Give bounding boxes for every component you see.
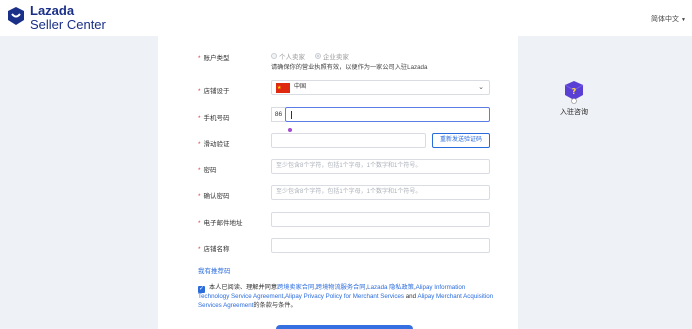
store-location-label: * 店铺设于 — [198, 88, 230, 95]
radio-individual[interactable] — [271, 53, 277, 59]
svg-text:?: ? — [572, 87, 577, 96]
phone-input[interactable] — [285, 107, 490, 122]
agreement-text: ✓ 本人已阅读、理解并同意跨境卖家合同,跨境物流服务合同,Lazada 隐私政策,… — [198, 284, 494, 309]
account-type-radio-group: 个人卖家 企业卖家 — [271, 51, 357, 61]
store-location-select[interactable]: 中国 ⌄ — [271, 80, 490, 95]
account-type-label: * 账户类型 — [198, 55, 230, 62]
store-name-input[interactable] — [271, 238, 490, 253]
confirm-password-label: * 确认密码 — [198, 193, 230, 200]
phone-label: * 手机号码 — [198, 115, 230, 122]
email-input[interactable] — [271, 212, 490, 227]
referrer-code-link[interactable]: 我有推荐码 — [198, 265, 231, 275]
radio-enterprise[interactable] — [314, 53, 321, 59]
help-label: 入驻咨询 — [560, 109, 588, 116]
help-chat-icon: ? — [564, 81, 584, 104]
password-label: * 密码 — [198, 167, 217, 174]
confirm-password-input[interactable]: 至少包含8个字符，包括1个字母，1个数字和1个符号。 — [271, 185, 490, 200]
store-name-label: * 店铺名称 — [198, 246, 230, 253]
language-label: 简体中文 — [651, 16, 680, 23]
link-logistics-contract[interactable]: 跨境物流服务合同 — [316, 284, 366, 291]
captcha-label: * 滑动验证 — [198, 141, 230, 148]
radio-enterprise-label: 企业卖家 — [322, 54, 349, 61]
link-alipay-privacy[interactable]: Alipay Privacy Policy for Merchant Servi… — [285, 293, 404, 300]
brand-logo-text[interactable]: Lazada Seller Center — [30, 4, 106, 31]
chevron-down-icon: ▼ — [681, 17, 686, 23]
top-header: Lazada Seller Center 简体中文 ▼ — [0, 0, 692, 36]
lazada-logo-icon[interactable] — [6, 6, 26, 26]
submit-button[interactable] — [276, 325, 413, 329]
chevron-down-icon: ⌄ — [478, 84, 484, 91]
logo-lazada: Lazada — [30, 3, 75, 18]
email-label: * 电子邮件地址 — [198, 220, 243, 227]
radio-individual-label: 个人卖家 — [279, 54, 305, 61]
resend-code-button[interactable]: 重新发送验证码 — [432, 133, 490, 148]
link-lazada-privacy[interactable]: Lazada 隐私政策 — [367, 284, 414, 291]
store-location-value: 中国 — [294, 84, 307, 90]
agreement-checkbox[interactable]: ✓ — [198, 286, 205, 293]
focus-indicator-dot — [288, 128, 292, 132]
help-widget[interactable]: ? 入驻咨询 — [555, 80, 593, 117]
password-input[interactable]: 至少包含8个字符，包括1个字母，1个数字和1个符号。 — [271, 159, 490, 174]
text-cursor — [291, 111, 292, 119]
logo-seller-center: Seller Center — [30, 17, 106, 32]
china-flag-icon — [276, 82, 290, 94]
account-type-hint: 请确保你的营业执照有效，以便作为一家公司入驻Lazada — [271, 64, 428, 71]
phone-country-code[interactable]: 86 — [271, 107, 285, 122]
language-selector[interactable]: 简体中文 ▼ — [651, 14, 686, 24]
link-cross-border-seller-contract[interactable]: 跨境卖家合同 — [277, 284, 314, 291]
captcha-input[interactable] — [271, 133, 426, 148]
registration-form: * 账户类型 个人卖家 企业卖家 请确保你的营业执照有效，以便作为一家公司入驻La… — [158, 34, 518, 329]
